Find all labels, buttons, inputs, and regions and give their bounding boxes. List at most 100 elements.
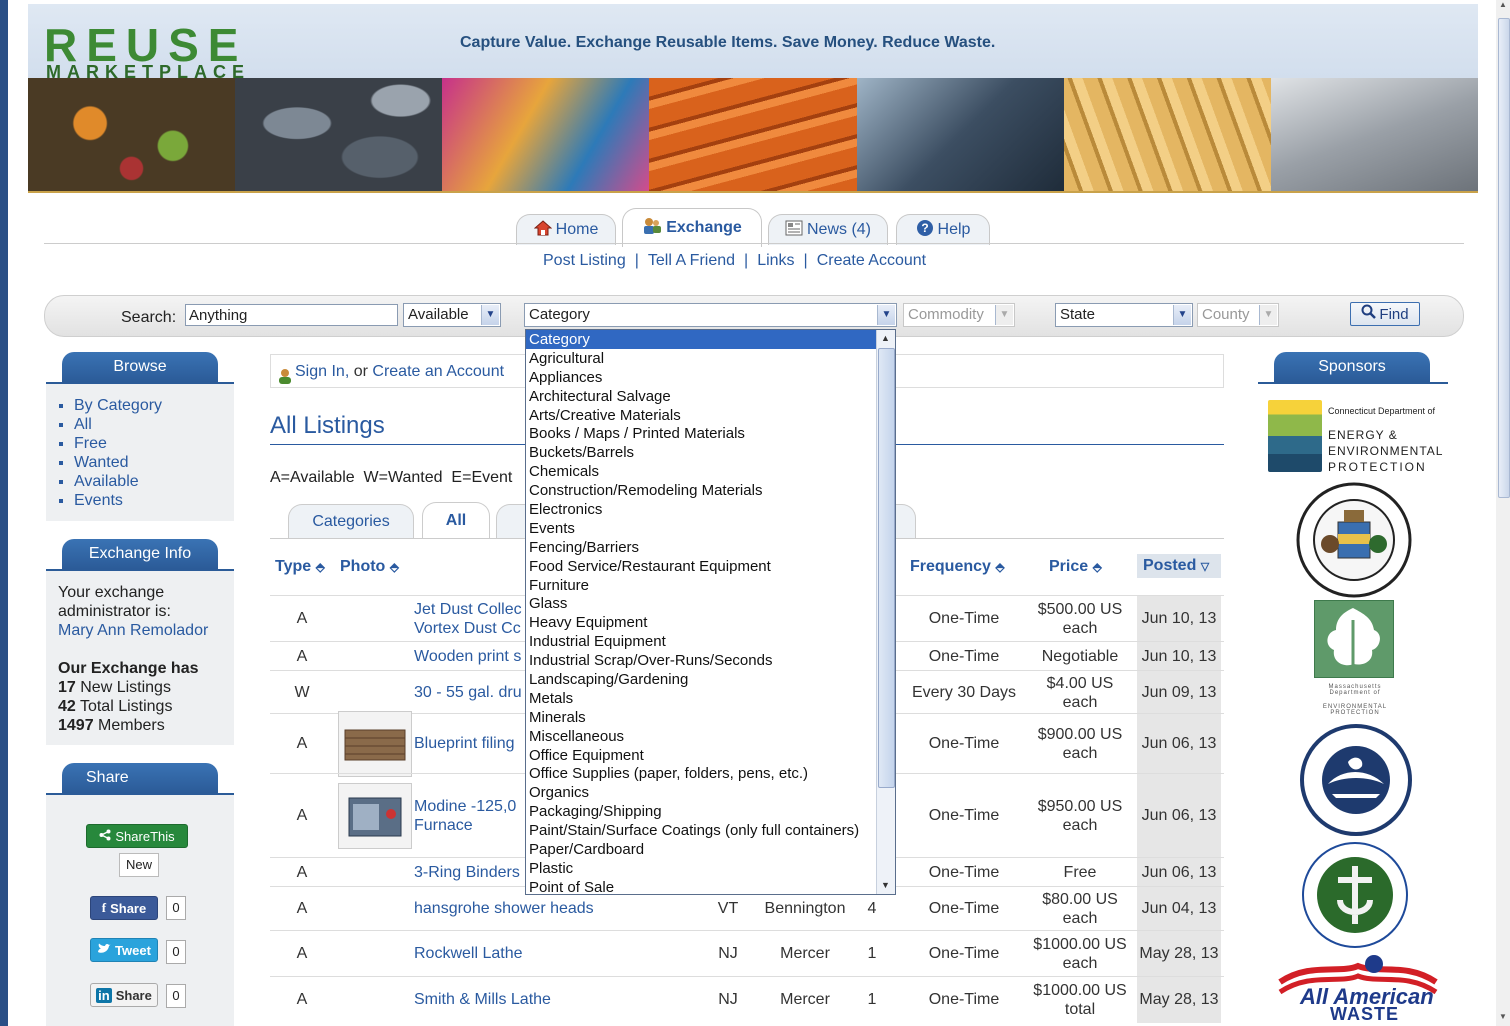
dropdown-option[interactable]: Furniture: [526, 576, 895, 595]
dropdown-option[interactable]: Organics: [526, 783, 895, 802]
column-header-price[interactable]: Price ⬘: [1049, 558, 1102, 576]
twitter-tweet-button[interactable]: Tweet: [90, 938, 158, 962]
create-account-link[interactable]: Create Account: [817, 252, 926, 269]
listing-title-link-line2[interactable]: Vortex Dust Cc: [414, 619, 524, 638]
scroll-down-icon[interactable]: ▼: [877, 877, 894, 894]
dropdown-option[interactable]: Packaging/Shipping: [526, 802, 895, 821]
dropdown-option[interactable]: Appliances: [526, 368, 895, 387]
dropdown-option[interactable]: Chemicals: [526, 462, 895, 481]
dropdown-option[interactable]: Electronics: [526, 500, 895, 519]
members-stat: 1497 Members: [58, 716, 234, 735]
dropdown-option[interactable]: Miscellaneous: [526, 727, 895, 746]
dropdown-option[interactable]: Architectural Salvage: [526, 387, 895, 406]
state-select[interactable]: State ▼: [1055, 303, 1193, 327]
dropdown-option[interactable]: Point of Sale: [526, 878, 895, 894]
tab-help[interactable]: ? Help: [896, 214, 990, 245]
members-count: 1497: [58, 717, 94, 734]
scroll-up-icon[interactable]: ▲: [877, 330, 894, 347]
find-button[interactable]: Find: [1350, 302, 1420, 326]
user-icon: [277, 363, 293, 397]
dropdown-scrollbar[interactable]: ▲ ▼: [876, 330, 895, 894]
scroll-down-icon[interactable]: ▼: [1497, 1012, 1509, 1026]
price-unit-cell: each: [1062, 910, 1098, 927]
links-link[interactable]: Links: [757, 252, 794, 269]
ct-line1: Connecticut Department of: [1328, 406, 1436, 416]
tab-all[interactable]: All: [422, 502, 490, 539]
admin-name-link[interactable]: Mary Ann Remolador: [58, 621, 234, 640]
commodity-select[interactable]: Commodity ▼: [903, 303, 1015, 327]
listing-title-link[interactable]: Modine -125,0: [414, 797, 524, 816]
create-account-signin-link[interactable]: Create an Account: [372, 363, 504, 380]
dropdown-option[interactable]: Category: [526, 330, 895, 349]
dropdown-option[interactable]: Metals: [526, 689, 895, 708]
dropdown-option[interactable]: Minerals: [526, 708, 895, 727]
dropdown-option[interactable]: Fencing/Barriers: [526, 538, 895, 557]
browse-available[interactable]: Available: [74, 472, 234, 491]
twitter-count: 0: [166, 940, 186, 964]
sponsor-massachusetts[interactable]: Massachusetts Department of ENVIRONMENTA…: [1312, 600, 1398, 720]
tab-home[interactable]: Home: [516, 214, 616, 245]
column-header-photo[interactable]: Photo ⬘: [340, 558, 399, 576]
dropdown-option[interactable]: Industrial Scrap/Over-Runs/Seconds: [526, 651, 895, 670]
county-select[interactable]: County ▼: [1197, 303, 1279, 327]
tab-news[interactable]: News (4): [768, 214, 888, 245]
sponsor-delaware[interactable]: [1292, 482, 1416, 598]
page-scrollbar[interactable]: ▲ ▼: [1496, 0, 1510, 1026]
browse-by-category[interactable]: By Category: [74, 396, 234, 415]
listing-photo-furnace[interactable]: [338, 783, 412, 849]
sponsor-rhode-island[interactable]: [1290, 838, 1420, 952]
price-cell: $1000.00 US: [1033, 982, 1127, 999]
browse-free[interactable]: Free: [74, 434, 234, 453]
dropdown-option[interactable]: Buckets/Barrels: [526, 443, 895, 462]
column-header-posted[interactable]: Posted ▽: [1137, 554, 1221, 578]
listing-photo-filing-cabinet[interactable]: [338, 711, 412, 777]
listing-title-link[interactable]: Rockwell Lathe: [414, 944, 664, 963]
sponsor-all-american-waste[interactable]: All American WASTE: [1270, 952, 1446, 1024]
column-header-type[interactable]: Type ⬘: [275, 558, 325, 576]
dropdown-option[interactable]: Office Equipment: [526, 746, 895, 765]
sponsor-ct-deep[interactable]: Connecticut Department of ENERGY & ENVIR…: [1266, 398, 1446, 476]
dropdown-option[interactable]: Heavy Equipment: [526, 613, 895, 632]
dropdown-option[interactable]: Food Service/Restaurant Equipment: [526, 557, 895, 576]
linkedin-share-button[interactable]: in Share: [90, 983, 158, 1007]
dropdown-option[interactable]: Paper/Cardboard: [526, 840, 895, 859]
listing-title-link[interactable]: Smith & Mills Lathe: [414, 990, 664, 1009]
table-row[interactable]: A Rockwell Lathe NJ Mercer 1 One-Time $1000.00…: [270, 930, 1224, 977]
dropdown-option[interactable]: Plastic: [526, 859, 895, 878]
dropdown-option[interactable]: Industrial Equipment: [526, 632, 895, 651]
dropdown-option[interactable]: Agricultural: [526, 349, 895, 368]
listing-title-link-line2[interactable]: Furnace: [414, 816, 524, 835]
dropdown-scroll-thumb[interactable]: [878, 348, 895, 788]
dropdown-option[interactable]: Events: [526, 519, 895, 538]
signin-link[interactable]: Sign In,: [295, 363, 349, 380]
browse-all[interactable]: All: [74, 415, 234, 434]
browse-events[interactable]: Events: [74, 491, 234, 510]
linkedin-label: Share: [115, 987, 152, 1003]
price-cell: $950.00 US: [1037, 798, 1123, 815]
availability-select[interactable]: Available ▼: [403, 303, 501, 327]
facebook-share-button[interactable]: f Share: [90, 896, 158, 920]
listing-title-link[interactable]: Jet Dust Collec: [414, 600, 524, 619]
dropdown-option[interactable]: Landscaping/Gardening: [526, 670, 895, 689]
listing-title-link[interactable]: hansgrohe shower heads: [414, 899, 664, 918]
tell-a-friend-link[interactable]: Tell A Friend: [648, 252, 735, 269]
tab-categories[interactable]: Categories: [288, 504, 414, 539]
dropdown-option[interactable]: Books / Maps / Printed Materials: [526, 424, 895, 443]
dropdown-option[interactable]: Construction/Remodeling Materials: [526, 481, 895, 500]
scroll-up-icon[interactable]: ▲: [1497, 0, 1509, 14]
dropdown-option[interactable]: Office Supplies (paper, folders, pens, e…: [526, 764, 895, 783]
page-scroll-thumb[interactable]: [1498, 18, 1510, 498]
sharethis-button[interactable]: ShareThis: [86, 824, 188, 848]
search-input[interactable]: Anything: [185, 304, 398, 326]
sponsor-new-jersey[interactable]: [1298, 724, 1414, 836]
post-listing-link[interactable]: Post Listing: [543, 252, 626, 269]
table-row[interactable]: A Smith & Mills Lathe NJ Mercer 1 One-Time $10…: [270, 976, 1224, 1023]
tab-exchange[interactable]: Exchange: [622, 208, 762, 247]
category-select[interactable]: Category ▼: [524, 303, 897, 327]
column-header-frequency[interactable]: Frequency ⬘: [910, 558, 1005, 576]
dropdown-option[interactable]: Paint/Stain/Surface Coatings (only full …: [526, 821, 895, 840]
dropdown-option[interactable]: Glass: [526, 594, 895, 613]
browse-wanted[interactable]: Wanted: [74, 453, 234, 472]
dropdown-option[interactable]: Arts/Creative Materials: [526, 406, 895, 425]
category-dropdown-list[interactable]: Category Agricultural Appliances Architectu…: [525, 329, 896, 895]
